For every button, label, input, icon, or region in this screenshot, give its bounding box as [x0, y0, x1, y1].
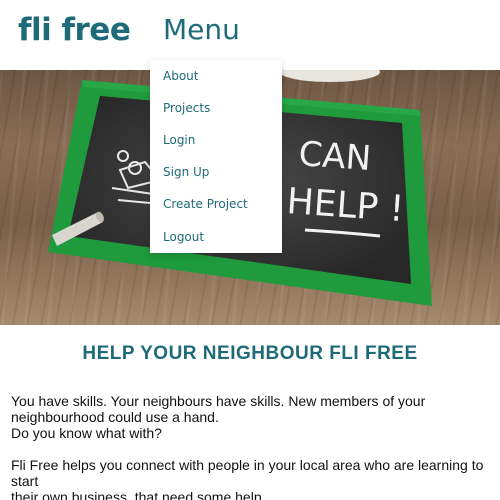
- chalk-text-help: HELP !: [285, 181, 405, 230]
- chalk-text-can: CAN: [297, 134, 372, 179]
- page-headline: HELP YOUR NEIGHBOUR FLI FREE: [82, 343, 418, 364]
- menu-item-projects[interactable]: Projects: [163, 101, 210, 115]
- intro-line: neighbourhood could use a hand.: [11, 409, 219, 425]
- description-line: Fli Free helps you connect with people i…: [11, 457, 484, 489]
- menu-dropdown: About Projects Login Sign Up Create Proj…: [150, 60, 282, 253]
- menu-item-logout[interactable]: Logout: [163, 230, 204, 244]
- description-line: their own business, that need some help.: [11, 489, 266, 500]
- menu-item-about[interactable]: About: [163, 69, 198, 83]
- menu-item-login[interactable]: Login: [163, 133, 195, 147]
- description-paragraph: Fli Free helps you connect with people i…: [11, 457, 496, 500]
- site-logo[interactable]: fli free: [18, 12, 131, 48]
- intro-line: You have skills. Your neighbours have sk…: [11, 393, 426, 409]
- intro-paragraph: You have skills. Your neighbours have sk…: [11, 393, 496, 441]
- menu-toggle-button[interactable]: Menu: [163, 13, 240, 46]
- menu-item-sign-up[interactable]: Sign Up: [163, 165, 209, 179]
- plate-shape: [280, 70, 380, 82]
- menu-item-create-project[interactable]: Create Project: [163, 197, 248, 211]
- intro-line: Do you know what with?: [11, 425, 162, 441]
